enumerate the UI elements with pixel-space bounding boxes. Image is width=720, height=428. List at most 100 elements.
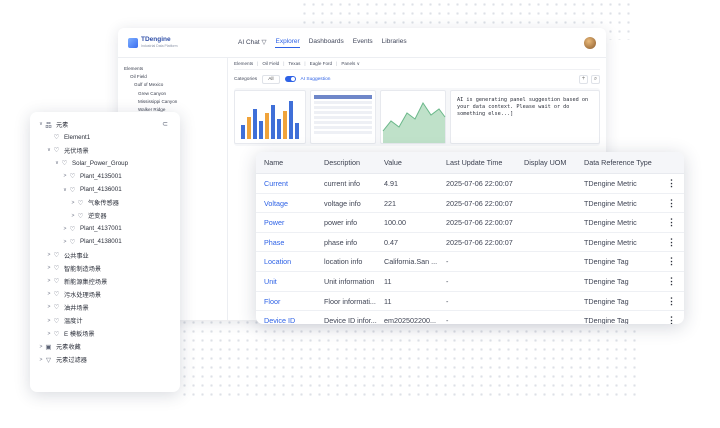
collapse-icon[interactable]: ⊂ [162, 120, 168, 128]
main-nav: AI Chat ▽ Explorer Dashboards Events Librari… [238, 38, 407, 48]
breadcrumb-item[interactable]: Elements [234, 61, 253, 66]
column-header[interactable]: Description [324, 152, 360, 174]
more-vertical-icon[interactable]: ⋮ [667, 252, 675, 272]
column-header[interactable]: Display UOM [524, 152, 566, 174]
area-chart-suggestion[interactable] [380, 90, 446, 144]
cell-time: - [446, 296, 449, 306]
tree-item[interactable]: > ♡ E 模板场景 [46, 328, 95, 340]
tree-item[interactable]: > ♡ Plant_4135001 [62, 170, 122, 182]
cell-name[interactable]: Power [264, 213, 322, 233]
table-row[interactable]: Device ID Device ID infor... em202502200..… [256, 311, 684, 324]
tree-item[interactable]: > ♡ 油井场景 [46, 301, 89, 313]
ai-suggestion-toggle[interactable] [284, 76, 296, 82]
table-row[interactable]: Unit Unit information 11 - TDengine Tag ⋮ [256, 272, 684, 292]
table-row[interactable]: Floor Floor informati... 11 - TDengine Tag ⋮ [256, 292, 684, 312]
node-icon: ♡ [69, 186, 76, 194]
breadcrumb-item[interactable]: Texas [288, 61, 300, 66]
cell-ref: TDengine Metric [584, 179, 637, 188]
breadcrumb: Elements | Oil Field | Texas | Eagle Ford | Pane… [234, 58, 600, 70]
table-suggestion[interactable] [310, 90, 376, 144]
more-vertical-icon[interactable]: ⋮ [667, 272, 675, 292]
ai-generating-message: AI is generating panel suggestion based … [450, 90, 600, 144]
tree-item-label: 气象传感器 [88, 200, 119, 208]
tree-item[interactable]: > ♡ 温度计 [46, 315, 83, 327]
tree-item-label: Plant_4138001 [80, 238, 122, 246]
column-header[interactable]: Name [264, 152, 283, 174]
more-vertical-icon[interactable]: ⋮ [667, 174, 675, 194]
bar-chart-suggestion[interactable] [234, 90, 306, 144]
table-thumb-line [314, 126, 372, 129]
thumbnail-bar [265, 113, 269, 139]
tree-item[interactable]: > ♡ 公共事业 [46, 249, 89, 261]
node-icon: ♡ [53, 147, 60, 155]
cell-time: 2025-07-06 22:00:07 [446, 218, 513, 228]
column-header[interactable]: Last Update Time [446, 152, 502, 174]
tree-item[interactable]: > ♡ 污水处理场景 [46, 288, 102, 300]
tree-item[interactable]: > ♡ 智能制造场景 [46, 262, 102, 274]
cell-name[interactable]: Location [264, 252, 322, 272]
sidebar-item[interactable]: Elements [124, 64, 221, 72]
column-header[interactable]: Data Reference Type [584, 152, 652, 174]
cell-time: - [446, 316, 449, 324]
cell-name[interactable]: Unit [264, 272, 322, 292]
nav-item[interactable]: AI Chat ▽ [238, 38, 266, 48]
column-header[interactable]: Value [384, 152, 402, 174]
table-row[interactable]: Voltage voltage info 221 2025-07-06 22:00:0… [256, 194, 684, 214]
thumbnail-bar [253, 109, 257, 139]
cell-name[interactable]: Phase [264, 233, 322, 253]
tree-item[interactable]: ∨ 品元素 [38, 118, 68, 130]
categories-select[interactable]: All [262, 74, 280, 84]
more-vertical-icon[interactable]: ⋮ [667, 311, 675, 324]
logo-icon [128, 37, 138, 48]
table-row[interactable]: Phase phase info 0.47 2025-07-06 22:00:07 TD… [256, 233, 684, 253]
tree-item[interactable]: > ♡ Plant_4137001 [62, 223, 122, 235]
cell-name[interactable]: Voltage [264, 194, 322, 214]
breadcrumb-item[interactable]: Oil Field [262, 61, 279, 66]
user-avatar[interactable] [584, 36, 596, 49]
more-vertical-icon[interactable]: ⋮ [667, 233, 675, 253]
more-vertical-icon[interactable]: ⋮ [667, 292, 675, 312]
search-icon[interactable]: ⌕ [591, 74, 600, 84]
sidebar-item[interactable]: Mississippi Canyon [124, 97, 221, 105]
more-vertical-icon[interactable]: ⋮ [667, 194, 675, 214]
add-panel-icon[interactable]: + [579, 74, 588, 84]
cell-name[interactable]: Device ID [264, 311, 322, 324]
node-icon: ♡ [53, 278, 60, 286]
tree-item[interactable]: > ♡ 逆变器 [70, 210, 107, 222]
tree-item[interactable]: > ▣ 元素收藏 [38, 341, 81, 353]
ai-suggestion-label: AI Suggestion [300, 76, 331, 82]
more-vertical-icon[interactable]: ⋮ [667, 213, 675, 233]
node-icon: ♡ [53, 317, 60, 325]
tree-item[interactable]: > ▽ 元素过滤器 [38, 354, 87, 366]
table-row[interactable]: Location location info California.San ... -… [256, 252, 684, 272]
tree-item[interactable]: ∨ ♡ 光伏场景 [46, 144, 89, 156]
table-row[interactable]: Power power info 100.00 2025-07-06 22:00:07… [256, 213, 684, 233]
nav-item[interactable]: Dashboards [309, 38, 344, 48]
breadcrumb-item[interactable]: Panels ∨ [341, 61, 360, 67]
sidebar-item[interactable]: Oil Field [124, 72, 221, 80]
cell-uom [524, 174, 582, 194]
table-row[interactable]: Current current info 4.91 2025-07-06 22:00:… [256, 174, 684, 194]
tree-item[interactable]: > ♡ 新能源集控场景 [46, 275, 108, 287]
cell-name[interactable]: Floor [264, 292, 322, 312]
sidebar-item[interactable]: Gulf of Mexico [124, 81, 221, 89]
tree-item[interactable]: > ♡ Plant_4138001 [62, 236, 122, 248]
cell-description: voltage info [324, 198, 361, 208]
sidebar-item[interactable]: Grew Canyon [124, 89, 221, 97]
cell-value: 4.91 [384, 179, 398, 188]
cell-name[interactable]: Current [264, 174, 322, 194]
table-thumb-header [314, 95, 372, 99]
nav-item[interactable]: Libraries [382, 38, 407, 48]
tree-item-label: 公共事业 [64, 252, 89, 260]
cell-ref: TDengine Tag [584, 296, 629, 306]
tree-item[interactable]: > ♡ 气象传感器 [70, 197, 119, 209]
cell-value: 100.00 [384, 218, 406, 228]
nav-item[interactable]: Explorer [275, 38, 300, 48]
nav-item[interactable]: Events [353, 38, 373, 48]
suggestion-strip: AI is generating panel suggestion based … [234, 88, 600, 146]
brand-logo[interactable]: TDengine Industrial Data Platform [128, 37, 230, 48]
tree-item[interactable]: ♡ Element1 [46, 131, 91, 143]
breadcrumb-item[interactable]: Eagle Ford [310, 61, 332, 66]
tree-item[interactable]: ∨ ♡ Solar_Power_Group [54, 157, 128, 169]
tree-item[interactable]: ∨ ♡ Plant_4136001 [62, 184, 121, 196]
